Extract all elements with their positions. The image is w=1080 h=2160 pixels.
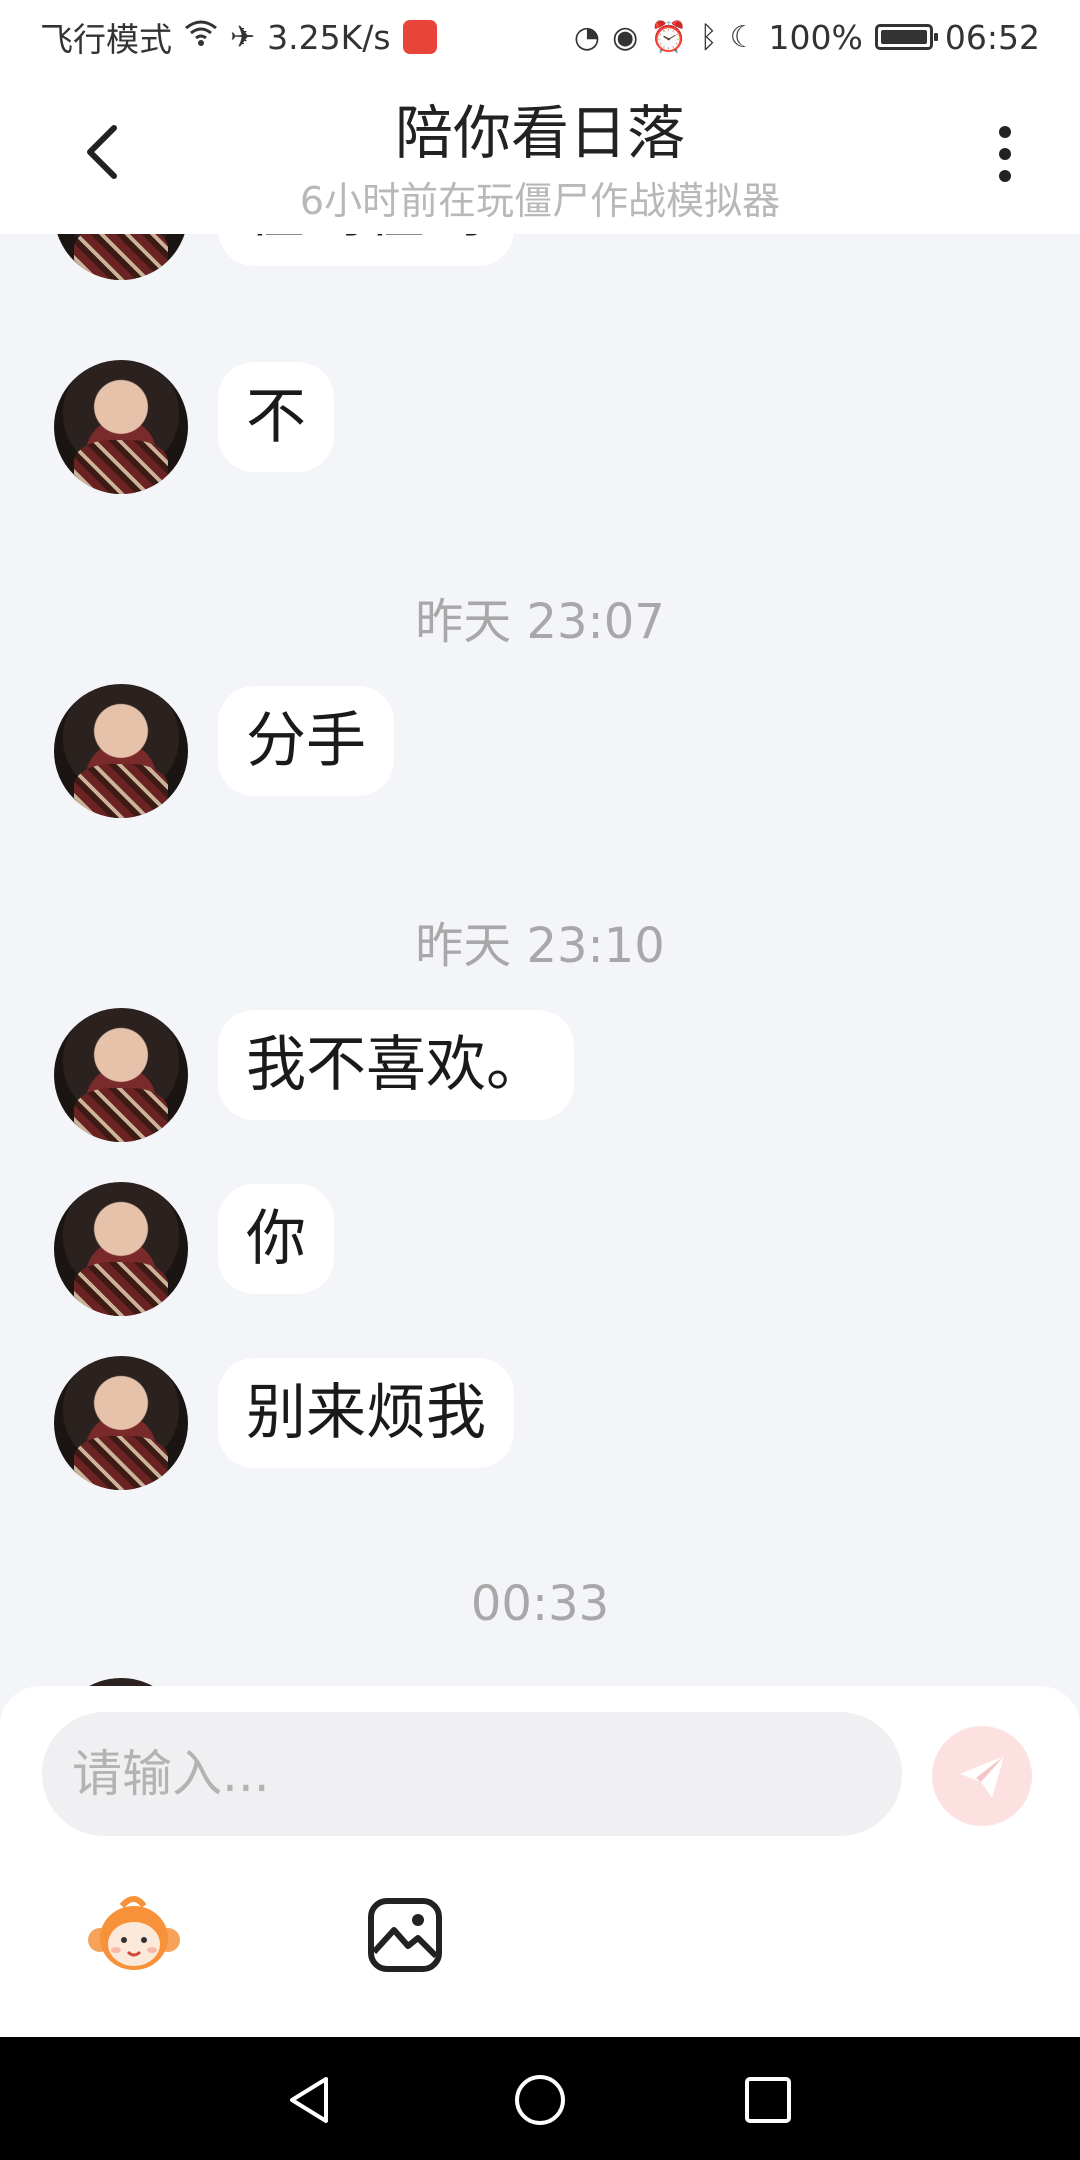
avatar[interactable] xyxy=(54,234,188,280)
message-list[interactable]: 在吗在吗 不 昨天 23:07 分手 昨天 23:10 我不喜欢。 你 别来烦我… xyxy=(0,234,1080,1686)
nav-back-button[interactable] xyxy=(284,2073,334,2127)
send-button[interactable] xyxy=(932,1726,1032,1826)
wifi-icon xyxy=(184,19,218,55)
status-right: ◔ ◉ ⏰ ᛒ ☾ 100% 06:52 xyxy=(574,18,1040,57)
more-vertical-icon xyxy=(999,126,1011,182)
message-bubble[interactable]: 你 xyxy=(218,1184,334,1294)
status-left: 飞行模式 ✈ 3.25K/s xyxy=(40,13,437,61)
avatar[interactable] xyxy=(54,1678,188,1686)
message-row: 不 xyxy=(0,360,1080,500)
avatar[interactable] xyxy=(54,684,188,818)
airplane-mode-label: 飞行模式 xyxy=(40,20,172,59)
square-recents-icon xyxy=(745,2077,791,2123)
emoji-button[interactable] xyxy=(86,1894,182,1974)
timestamp: 00:33 xyxy=(470,1576,610,1632)
message-bubble[interactable]: 别来烦我 xyxy=(218,1358,514,1468)
airplane-icon: ✈ xyxy=(230,19,256,55)
data-saver-icon: ◔ xyxy=(573,19,601,55)
triangle-back-icon xyxy=(290,2077,328,2123)
nav-recents-button[interactable] xyxy=(743,2075,793,2125)
contact-name: 陪你看日落 xyxy=(394,99,685,167)
app-store-icon xyxy=(402,20,437,54)
network-speed: 3.25K/s xyxy=(267,17,391,57)
message-row: 我不喜欢。 xyxy=(0,1008,1080,1148)
message-bubble[interactable]: 在吗在吗 xyxy=(218,234,514,266)
message-bubble[interactable]: 不 xyxy=(218,362,334,472)
battery-percent: 100% xyxy=(768,17,863,57)
more-options-button[interactable] xyxy=(985,114,1025,194)
chat-header: 陪你看日落 6小时前在玩僵尸作战模拟器 xyxy=(0,74,1080,234)
alarm-icon: ⏰ xyxy=(650,19,688,55)
message-row: 你 xyxy=(0,1182,1080,1322)
message-row: 别来烦我 xyxy=(0,1356,1080,1496)
clock: 06:52 xyxy=(944,17,1040,57)
battery-icon xyxy=(874,24,938,50)
message-row xyxy=(0,1678,1080,1686)
nav-home-button[interactable] xyxy=(513,2073,567,2127)
input-panel: 请输入... xyxy=(0,1686,1080,2037)
system-nav-bar xyxy=(0,2037,1080,2160)
avatar[interactable] xyxy=(54,1182,188,1316)
timestamp: 昨天 23:10 xyxy=(415,918,665,974)
status-bar: 飞行模式 ✈ 3.25K/s ◔ ◉ ⏰ ᛒ ☾ 100% 06:52 xyxy=(0,0,1080,74)
bluetooth-icon: ᛒ xyxy=(699,19,718,55)
avatar[interactable] xyxy=(54,1356,188,1490)
message-bubble[interactable]: 分手 xyxy=(218,686,394,796)
avatar[interactable] xyxy=(54,360,188,494)
message-bubble[interactable]: 我不喜欢。 xyxy=(218,1010,574,1120)
image-button[interactable] xyxy=(366,1896,444,1974)
message-input[interactable]: 请输入... xyxy=(42,1712,902,1836)
avatar[interactable] xyxy=(54,1008,188,1142)
message-row: 分手 xyxy=(0,684,1080,824)
eye-icon: ◉ xyxy=(612,19,639,55)
timestamp: 昨天 23:07 xyxy=(415,594,665,650)
message-row: 在吗在吗 xyxy=(0,234,1080,286)
monkey-emoji-icon xyxy=(88,1896,180,1970)
paper-plane-icon xyxy=(960,1756,1004,1798)
contact-status: 6小时前在玩僵尸作战模拟器 xyxy=(299,179,781,223)
image-icon xyxy=(368,1898,442,1972)
circle-home-icon xyxy=(515,2075,565,2125)
moon-icon: ☾ xyxy=(729,19,757,55)
